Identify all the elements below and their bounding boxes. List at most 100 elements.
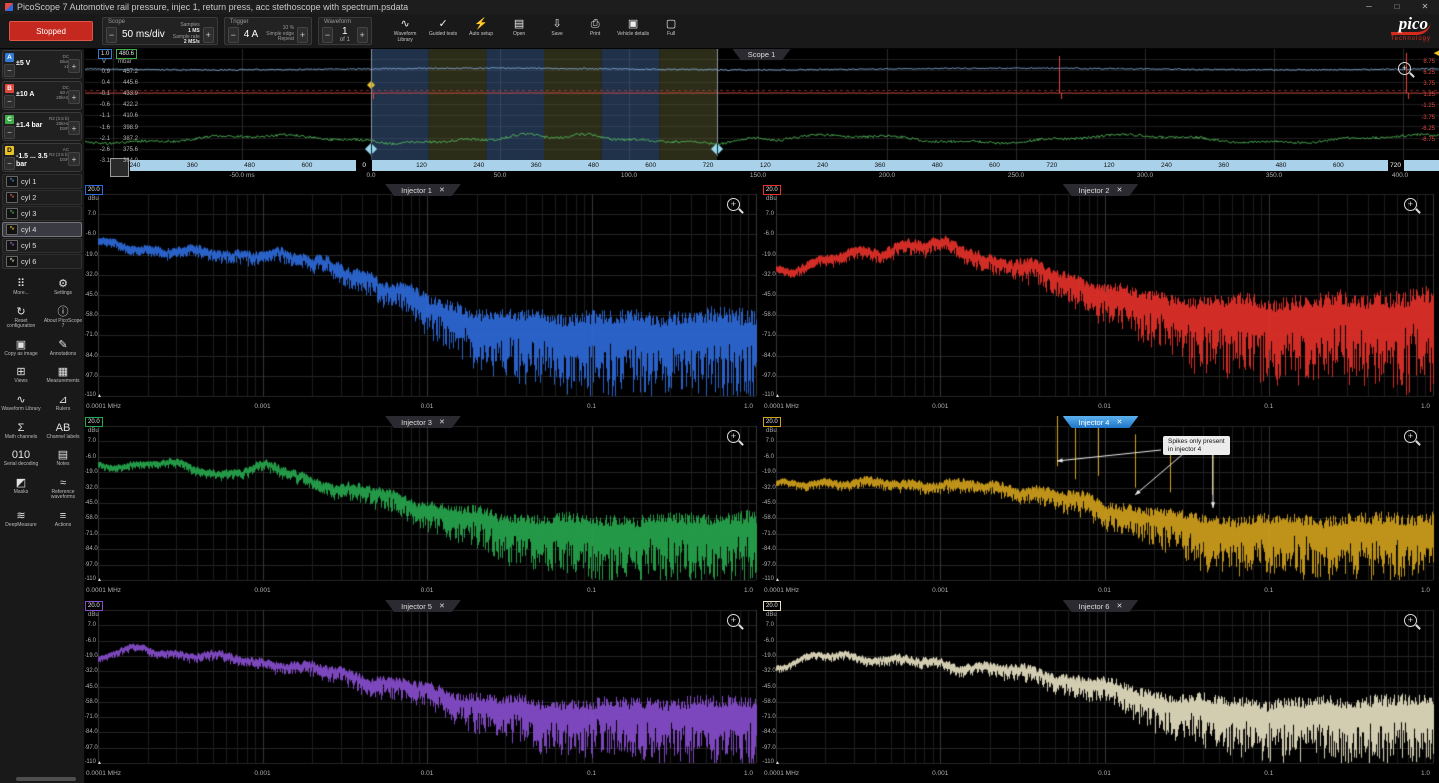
toolbar-icon-buttons: ∿ Waveform Library ✓ Guided tests ⚡ Auto setu… [388, 18, 689, 43]
rotation-ruler[interactable] [130, 160, 1439, 171]
tab-injector-5[interactable]: Injector 5 ✕ [385, 600, 461, 612]
waveform-next-button[interactable]: + [356, 26, 368, 43]
channel-labels-label: Channel labels [46, 433, 80, 440]
cylinder-item-1[interactable]: ∿ cyl 1 [2, 174, 82, 189]
timebase-decrease-button[interactable]: − [106, 26, 117, 43]
tool-waveform-library[interactable]: ∿ Waveform Library [0, 394, 42, 413]
tool-about-picoscope[interactable]: ⓘ About PicoScope 7 [42, 306, 84, 330]
channel-c-decrease-button[interactable]: − [4, 126, 15, 139]
tool-serial-decoding[interactable]: 010 Serial decoding [0, 449, 42, 468]
toolbar-button-waveform-library[interactable]: ∿ Waveform Library [388, 18, 423, 43]
scope-left-axis-v-value: 0.9 [101, 69, 110, 75]
channel-b-decrease-button[interactable]: − [4, 95, 15, 108]
channel-c-increase-button[interactable]: + [68, 121, 80, 135]
tab-injector-1[interactable]: Injector 1 ✕ [385, 184, 461, 196]
close-button[interactable]: ✕ [1411, 0, 1439, 14]
channel-a-decrease-button[interactable]: − [4, 64, 15, 77]
tool-views[interactable]: ⊞ Views [0, 366, 42, 385]
injector-6-x-label: 0.001 [932, 770, 949, 777]
injector-3-y-unit: dBu [88, 428, 99, 434]
injector-3-zoom-icon[interactable]: + [727, 430, 740, 443]
cylinder-4-label: cyl 4 [21, 225, 37, 234]
tab-scope-1[interactable]: Scope 1 [732, 48, 792, 60]
tool-math-channels[interactable]: Σ Math channels [0, 422, 42, 441]
injector-5-tab-close-icon[interactable]: ✕ [439, 602, 445, 610]
channel-controls: A − ±5 V DC Blue x1 + B − ±10 A DC 60 A 20kHz + C − ±1.4… [0, 50, 84, 172]
injector-3-tab-close-icon[interactable]: ✕ [439, 418, 445, 426]
injector-2-zoom-icon[interactable]: + [1404, 198, 1417, 211]
tool-settings[interactable]: ⚙ Settings [42, 278, 84, 297]
injector-6-tab-close-icon[interactable]: ✕ [1116, 602, 1122, 610]
cylinder-item-4[interactable]: ∿ cyl 4 [2, 222, 82, 237]
timebase-value[interactable]: 50 ms/div [122, 29, 165, 40]
tool-actions[interactable]: ≡ Actions [42, 510, 84, 529]
channel-d-increase-button[interactable]: + [68, 152, 80, 166]
injector-1-y-label: -71.0 [84, 332, 98, 339]
channel-d[interactable]: D − -1.5 ... 3.5 bar AC R2 (3.5 b) DSP + [2, 143, 82, 172]
guided-tests-icon: ✓ [438, 18, 448, 31]
injector-5-y-label: -71.0 [84, 714, 98, 721]
tool-rulers[interactable]: ⊿ Rulers [42, 394, 84, 413]
scope-time-label: 250.0 [1007, 172, 1025, 179]
tab-injector-6[interactable]: Injector 6 ✕ [1063, 600, 1139, 612]
channel-d-decrease-button[interactable]: − [4, 157, 15, 170]
toolbar-button-auto-setup[interactable]: ⚡ Auto setup [464, 18, 499, 43]
tab-injector-4[interactable]: Injector 4 ✕ [1063, 416, 1139, 428]
zoom-overview-icon[interactable]: + [1398, 62, 1411, 75]
minimize-button[interactable]: ─ [1355, 0, 1383, 14]
trigger-section-title: Trigger [229, 19, 249, 25]
injector-2-tab-close-icon[interactable]: ✕ [1116, 186, 1122, 194]
trigger-increase-button[interactable]: + [297, 26, 309, 43]
maximize-button[interactable]: □ [1383, 0, 1411, 14]
waveform-previous-button[interactable]: − [322, 26, 334, 43]
injector-1-zoom-icon[interactable]: + [727, 198, 740, 211]
toolbar-button-open[interactable]: ▤ Open [502, 18, 537, 43]
toolbar-button-vehicle-details[interactable]: ▣ Vehicle details [616, 18, 651, 43]
cylinder-4-waveform-icon: ∿ [6, 224, 18, 235]
tool-reference-waveforms[interactable]: ≈ Reference waveforms [42, 477, 84, 501]
cylinder-item-5[interactable]: ∿ cyl 5 [2, 238, 82, 253]
tab-injector-3[interactable]: Injector 3 ✕ [385, 416, 461, 428]
toolbar-button-full[interactable]: ▢ Full [654, 18, 689, 43]
channel-b-increase-button[interactable]: + [68, 90, 80, 104]
injector-4-zoom-icon[interactable]: + [1404, 430, 1417, 443]
injector-6-x-label: 0.01 [1098, 770, 1111, 777]
toolbar-button-save[interactable]: ⇩ Save [540, 18, 575, 43]
tab-injector-2[interactable]: Injector 2 ✕ [1063, 184, 1139, 196]
injector-3-y-label: -97.0 [84, 561, 98, 568]
channel-a[interactable]: A − ±5 V DC Blue x1 + [2, 50, 82, 79]
tool-annotations[interactable]: ✎ Annotations [42, 339, 84, 358]
pico-technology-text: Technology [1390, 36, 1431, 42]
tool-masks[interactable]: ◩ Masks [0, 477, 42, 501]
tool-more[interactable]: ⠿ More... [0, 278, 42, 297]
trigger-decrease-button[interactable]: − [227, 26, 239, 43]
timebase-increase-button[interactable]: + [202, 26, 214, 43]
rotation-ruler-label: 360 [874, 162, 886, 169]
injector-1-tab-close-icon[interactable]: ✕ [439, 186, 445, 194]
injector-5-zoom-icon[interactable]: + [727, 614, 740, 627]
injector-6-zoom-icon[interactable]: + [1404, 614, 1417, 627]
tool-reset-configuration[interactable]: ↻ Reset configuration [0, 306, 42, 330]
channel-b[interactable]: B − ±10 A DC 60 A 20kHz + [2, 81, 82, 110]
ruler-handle-box[interactable] [110, 158, 129, 177]
injector-4-tab-close-icon[interactable]: ✕ [1116, 418, 1122, 426]
tool-notes[interactable]: ▤ Notes [42, 449, 84, 468]
injector-2-y-scale-box: 20.0 [763, 185, 781, 195]
cylinder-item-2[interactable]: ∿ cyl 2 [2, 190, 82, 205]
tool-copy-as-image[interactable]: ▣ Copy as image [0, 339, 42, 358]
channel-c[interactable]: C − ±1.4 bar R2 (3.5 b) 20kHz DSP + [2, 112, 82, 141]
tool-channel-labels[interactable]: AB Channel labels [42, 422, 84, 441]
cylinder-item-6[interactable]: ∿ cyl 6 [2, 254, 82, 269]
tool-measurements[interactable]: ▦ Measurements [42, 366, 84, 385]
tool-deepmeasure[interactable]: ≋ DeepMeasure [0, 510, 42, 529]
stop-start-button[interactable]: Stopped [9, 21, 93, 41]
cylinder-item-3[interactable]: ∿ cyl 3 [2, 206, 82, 221]
injector-6-y-label: -97.0 [762, 744, 776, 751]
toolbar-button-print[interactable]: ⎙ Print [578, 18, 613, 43]
injector-5-tab-label: Injector 5 [401, 601, 432, 611]
channel-a-increase-button[interactable]: + [68, 59, 80, 73]
toolbar-button-guided-tests[interactable]: ✓ Guided tests [426, 18, 461, 43]
rotation-ruler-label: 600 [301, 162, 313, 169]
trigger-threshold-value[interactable]: 4 A [244, 29, 258, 40]
sidebar-scrollbar[interactable] [16, 777, 76, 781]
